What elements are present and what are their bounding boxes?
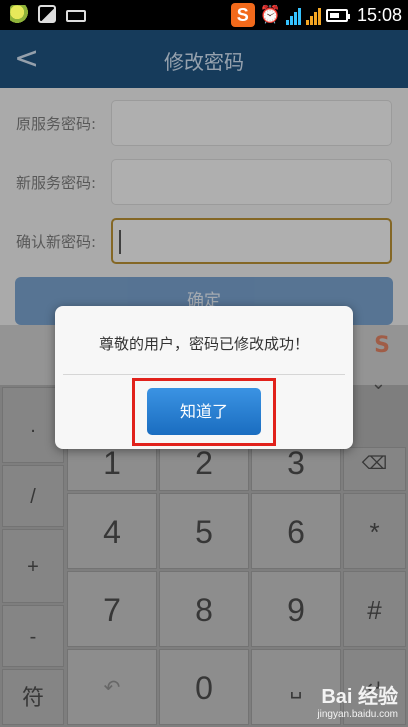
sogou-icon: S bbox=[230, 3, 255, 27]
watermark-logo: Bai 经验 bbox=[321, 686, 398, 708]
status-right-icons: S ⏰ 15:08 bbox=[230, 3, 402, 27]
keyboard-icon bbox=[66, 9, 86, 22]
baidu-jingyan-watermark: Bai 经验 jingyan.baidu.com bbox=[317, 680, 398, 720]
status-time: 15:08 bbox=[356, 4, 402, 25]
dialog-message: 尊敬的用户，密码已修改成功！ bbox=[98, 335, 309, 353]
signal-icon-2 bbox=[305, 5, 321, 25]
success-dialog: 尊敬的用户，密码已修改成功！ 知道了 bbox=[55, 306, 353, 449]
signal-icon bbox=[285, 5, 301, 25]
battery-icon bbox=[325, 8, 350, 22]
status-left-icons bbox=[10, 5, 86, 23]
got-it-button[interactable]: 知道了 bbox=[147, 388, 261, 435]
status-bar: S ⏰ 15:08 bbox=[0, 0, 408, 30]
image-icon bbox=[38, 5, 56, 23]
alarm-icon: ⏰ bbox=[259, 5, 281, 25]
watermark-url: jingyan.baidu.com bbox=[317, 709, 398, 720]
notification-leaf-icon bbox=[10, 5, 28, 23]
dialog-divider bbox=[63, 374, 345, 375]
